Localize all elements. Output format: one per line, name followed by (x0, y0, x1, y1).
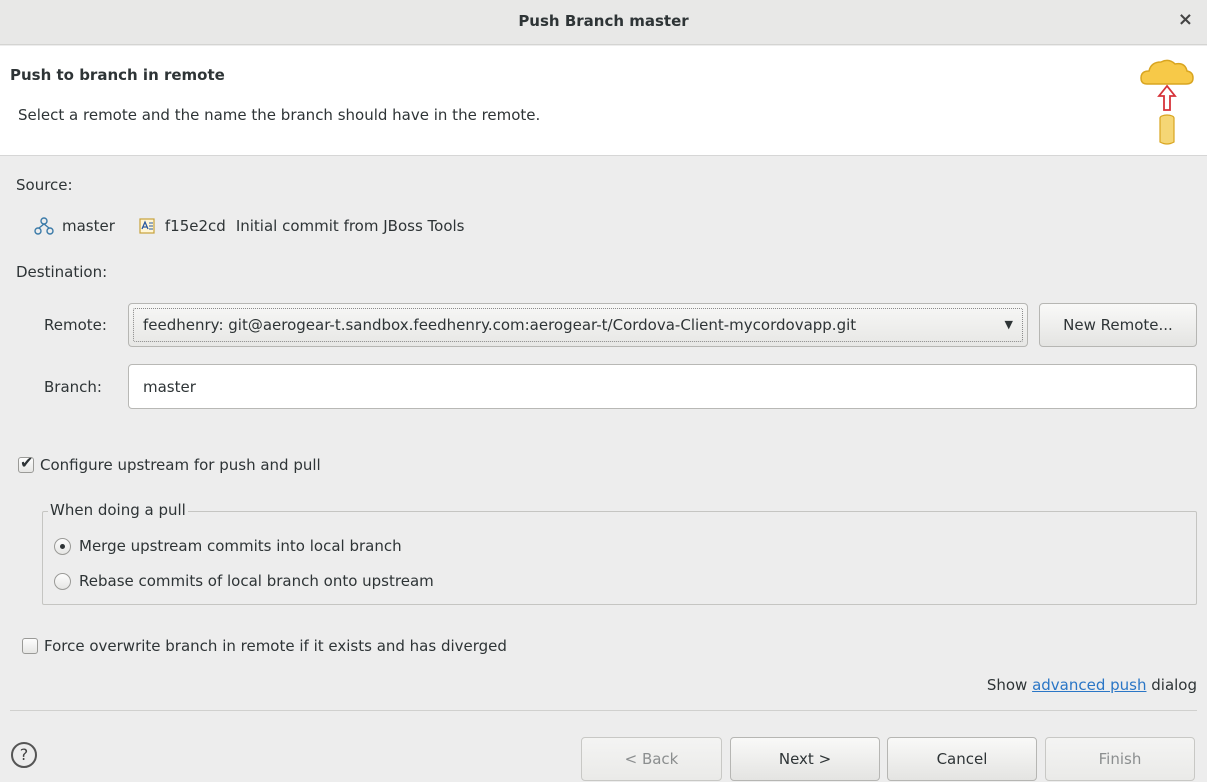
window-title: Push Branch master (518, 12, 689, 30)
merge-radio[interactable]: Merge upstream commits into local branch (54, 537, 402, 555)
cloud-push-icon (1140, 59, 1194, 145)
configure-upstream-checkbox[interactable]: ✔ Configure upstream for push and pull (18, 453, 321, 474)
advanced-prefix: Show (986, 676, 1033, 694)
dropdown-arrow-icon: ▼ (1004, 318, 1013, 331)
force-overwrite-label: Force overwrite branch in remote if it e… (44, 637, 507, 655)
new-remote-button[interactable]: New Remote... (1039, 303, 1197, 347)
banner-title: Push to branch in remote (10, 66, 225, 84)
source-branch: master (62, 217, 115, 235)
help-icon[interactable]: ? (11, 742, 37, 768)
advanced-suffix: dialog (1146, 676, 1197, 694)
advanced-push-link[interactable]: advanced push (1032, 676, 1146, 694)
rebase-radio-label: Rebase commits of local branch onto upst… (79, 572, 434, 590)
remote-select-value: feedhenry: git@aerogear-t.sandbox.feedhe… (143, 316, 857, 334)
commit-icon (139, 218, 155, 234)
source-label: Source: (16, 176, 73, 194)
branch-icon (34, 217, 54, 235)
footer-separator (10, 710, 1197, 711)
advanced-push-row: Show advanced push dialog (987, 676, 1197, 694)
radio-unselected-icon (54, 572, 71, 590)
radio-selected-icon (54, 537, 71, 555)
commit-id: f15e2cd (164, 217, 226, 235)
title-bar: Push Branch master × (0, 0, 1207, 45)
banner-description: Select a remote and the name the branch … (18, 106, 541, 124)
configure-upstream-label: Configure upstream for push and pull (40, 456, 321, 474)
pull-group-title: When doing a pull (48, 501, 188, 519)
force-overwrite-checkbox[interactable]: Force overwrite branch in remote if it e… (22, 637, 507, 655)
cancel-button[interactable]: Cancel (887, 737, 1037, 781)
back-button[interactable]: < Back (581, 737, 722, 781)
pull-options-group (42, 511, 1197, 605)
branch-label: Branch: (44, 378, 102, 396)
checkmark-icon: ✔ (20, 453, 34, 472)
rebase-radio[interactable]: Rebase commits of local branch onto upst… (54, 572, 434, 590)
commit-message: Initial commit from JBoss Tools (235, 217, 465, 235)
merge-radio-label: Merge upstream commits into local branch (79, 537, 402, 555)
close-icon[interactable]: × (1178, 9, 1193, 30)
remote-label: Remote: (44, 316, 107, 334)
next-button[interactable]: Next > (730, 737, 880, 781)
branch-input[interactable] (143, 365, 1183, 408)
checkbox-icon: ✔ (18, 453, 34, 473)
branch-field[interactable] (128, 364, 1197, 409)
remote-select[interactable]: feedhenry: git@aerogear-t.sandbox.feedhe… (128, 303, 1028, 347)
checkbox-icon (22, 638, 38, 654)
finish-button[interactable]: Finish (1045, 737, 1195, 781)
destination-label: Destination: (16, 263, 108, 281)
wizard-banner: Push to branch in remote Select a remote… (0, 46, 1207, 156)
source-row: master f15e2cd Initial commit from JBoss… (34, 217, 464, 235)
